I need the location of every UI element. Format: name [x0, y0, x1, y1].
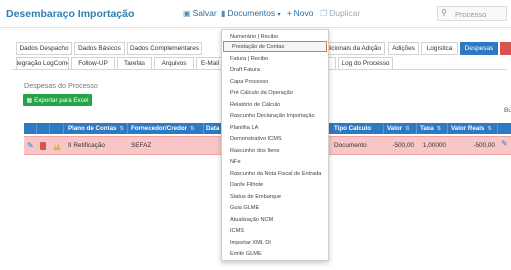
- menu-item-draft-fatura[interactable]: Draft Fatura: [222, 64, 328, 75]
- menu-item-pre-calculo[interactable]: Pré Cálculo da Operação: [222, 87, 328, 98]
- tab-adicoes[interactable]: Adições: [388, 42, 419, 55]
- sort-icon: ⇅: [119, 125, 125, 132]
- caret-down-icon: ▾: [277, 12, 281, 18]
- cell-fornecedor: SEFAZ: [131, 142, 152, 149]
- menu-item-capa-processo[interactable]: Capa Processo: [222, 76, 328, 87]
- folder-icon: ▮: [221, 9, 226, 18]
- tab-dados-despacho[interactable]: Dados Despacho: [16, 42, 72, 55]
- copy-icon: ❐: [320, 9, 328, 18]
- menu-item-relatorio-calculo[interactable]: Relatório de Cálculo: [222, 99, 328, 110]
- cell-valor-reais: -500,00: [473, 142, 495, 149]
- save-icon: ▣: [183, 9, 191, 18]
- menu-item-importar-xml-di[interactable]: Importar XML DI: [222, 237, 328, 248]
- sort-icon: ⇅: [190, 125, 195, 132]
- menu-item-emitir-glme[interactable]: Emitir GLME: [222, 248, 328, 259]
- menu-item-guia-glme[interactable]: Guia GLME: [222, 202, 328, 213]
- tab-logistica[interactable]: Logística: [421, 42, 458, 55]
- col-tipo-calculo[interactable]: Tipo Calculo: [330, 123, 384, 134]
- page-title: Desembaraço Importação: [6, 8, 135, 20]
- cell-tipo: Documento: [334, 142, 367, 149]
- menu-item-rascunho-itens[interactable]: Rascunho dos Itens: [222, 145, 328, 156]
- duplicate-button[interactable]: ❐ Duplicar: [320, 8, 360, 18]
- warning-icon: [53, 141, 61, 150]
- edit-row-button[interactable]: ✎: [27, 137, 37, 154]
- search-label-fragment: Bu: [504, 107, 511, 114]
- menu-item-rascunho-nf-entrada[interactable]: Rascunho da Nota Fiscal de Entrada: [222, 168, 328, 179]
- col-fornecedor[interactable]: Fornecedor/Credor ⇅: [128, 123, 204, 134]
- tab-despesas[interactable]: Despesas: [460, 42, 498, 55]
- cell-taxa: 1,00000: [422, 142, 446, 149]
- export-excel-button[interactable]: ▦ Exportar para Excel: [23, 94, 92, 106]
- menu-item-nfe[interactable]: NFe: [222, 156, 328, 167]
- menu-item-fatura-recibo[interactable]: Fatura | Recibo: [222, 53, 328, 64]
- top-bar: Desembaraço Importação ▣ Salvar ▮ Document…: [0, 0, 511, 28]
- search-icon: ⚲: [441, 8, 447, 17]
- col-valor[interactable]: Valor ⇅: [384, 123, 417, 134]
- col-valor-reais[interactable]: Valor Reais ⇅: [448, 123, 498, 134]
- edit-icon: ✎: [27, 141, 34, 150]
- process-search-input[interactable]: ⚲ Processo: [437, 6, 507, 21]
- menu-item-demonstrativo-icms[interactable]: Demonstrativo ICMS: [222, 133, 328, 144]
- documents-dropdown-menu: Numerário | Recibo Prestação de Contas F…: [221, 29, 329, 261]
- menu-item-status-embarque[interactable]: Status de Embarque: [222, 191, 328, 202]
- menu-item-planilha-la[interactable]: Planilha LA: [222, 122, 328, 133]
- menu-item-atualizacao-ncm[interactable]: Atualização NCM: [222, 214, 328, 225]
- col-delete: [37, 123, 50, 134]
- tab-adicionais-da-adicao[interactable]: Adicionais da Adição: [325, 42, 385, 55]
- col-edit: [24, 123, 37, 134]
- sort-icon: ⇅: [487, 125, 492, 132]
- tab-dados-complementares[interactable]: Dados Complementares: [127, 42, 202, 55]
- menu-item-icms[interactable]: ICMS: [222, 225, 328, 236]
- row-edit-icon-right[interactable]: ✎: [501, 139, 508, 148]
- tab-dados-basicos[interactable]: Dados Básicos: [74, 42, 125, 55]
- warning-indicator: [53, 137, 64, 154]
- cell-plano: II Retificação: [68, 142, 105, 149]
- menu-item-prestacao-de-contas[interactable]: Prestação de Contas: [223, 41, 327, 52]
- menu-item-danfe-filhote[interactable]: Danfe Filhote: [222, 179, 328, 190]
- sort-icon: ⇅: [405, 125, 410, 132]
- plus-icon: +: [287, 9, 292, 18]
- delete-row-button[interactable]: [40, 137, 50, 154]
- col-status: [50, 123, 64, 134]
- sort-icon: ⇅: [436, 125, 442, 132]
- section-title: Despesas do Processo: [24, 81, 98, 90]
- col-plano-de-contas[interactable]: Plano de Contas ⇅: [64, 123, 128, 134]
- new-button[interactable]: + Novo: [287, 8, 314, 18]
- cell-valor: -500,00: [392, 142, 414, 149]
- documents-menu-button[interactable]: ▮ Documentos ▾: [221, 8, 281, 18]
- menu-item-rascunho-di[interactable]: Rascunho Declaração Importação: [222, 110, 328, 121]
- save-button[interactable]: ▣ Salvar: [183, 8, 217, 18]
- trash-icon: [40, 141, 46, 150]
- tab-extra[interactable]: [500, 42, 511, 55]
- col-taxa[interactable]: Taxa ⇅: [417, 123, 448, 134]
- excel-icon: ▦: [26, 97, 33, 104]
